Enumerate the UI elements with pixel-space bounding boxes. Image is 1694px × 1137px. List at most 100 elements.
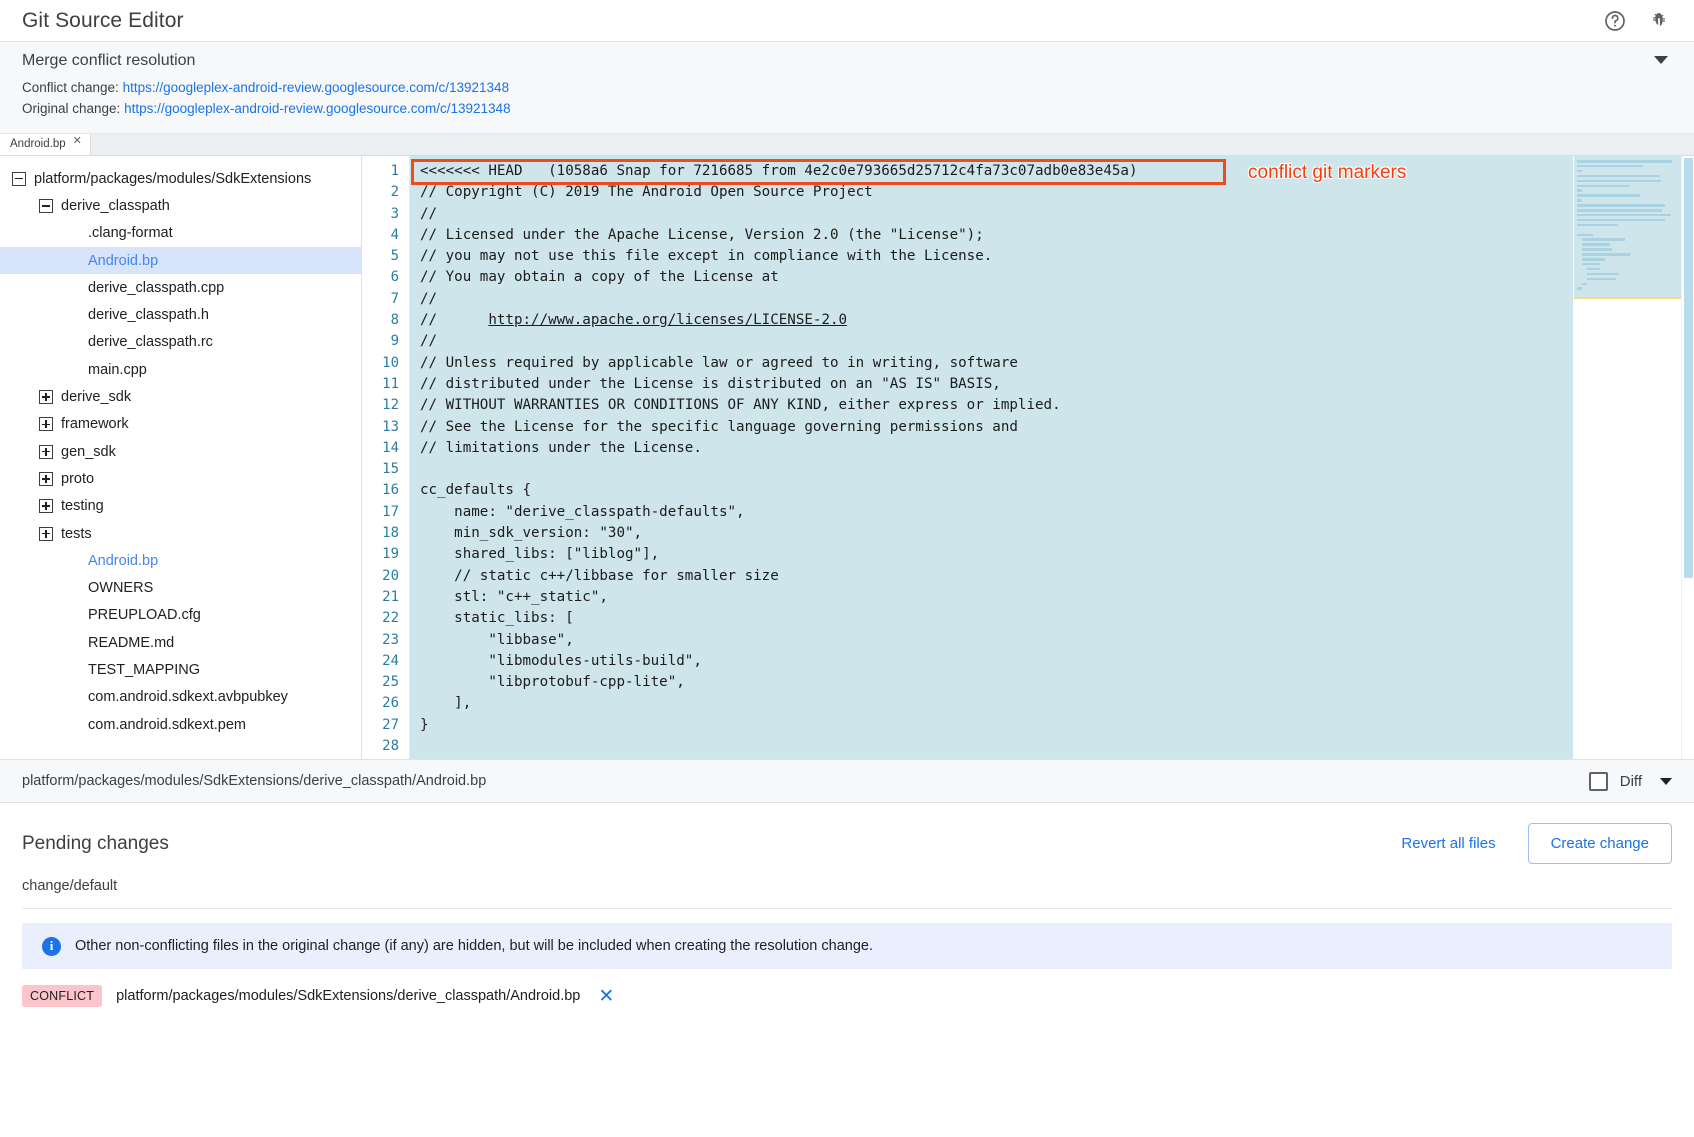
code-line[interactable]: name: "derive_classpath-defaults", [410,502,1573,523]
code-line[interactable]: // distributed under the License is dist… [410,374,1573,395]
code-line[interactable]: // Copyright (C) 2019 The Android Open S… [410,182,1573,203]
collapse-icon[interactable] [39,199,53,213]
minimap-line [1577,234,1593,237]
close-icon[interactable]: ✕ [598,987,614,1006]
code-line[interactable]: // [410,331,1573,352]
minimap-line [1577,214,1671,217]
line-number: 25 [362,672,409,693]
info-banner-text: Other non-conflicting files in the origi… [75,938,873,954]
minimap-line [1582,258,1605,261]
tree-file-derive-classpath-rc[interactable]: derive_classpath.rc [0,329,361,356]
code-line[interactable] [410,459,1573,480]
code-line[interactable]: // Licensed under the Apache License, Ve… [410,225,1573,246]
minimap-viewport[interactable] [1574,156,1681,299]
help-icon[interactable] [1602,8,1628,34]
line-number: 9 [362,331,409,352]
tree-file-derive-classpath-cpp[interactable]: derive_classpath.cpp [0,274,361,301]
code-line[interactable]: static_libs: [ [410,608,1573,629]
conflict-file-row: CONFLICT platform/packages/modules/SdkEx… [0,969,1694,1007]
pending-changes-header: Pending changes Revert all files Create … [22,823,1672,864]
tree-file--clang-format[interactable]: .clang-format [0,220,361,247]
expand-icon[interactable] [39,390,53,404]
close-icon[interactable]: ✕ [73,136,82,147]
line-number: 28 [362,736,409,757]
section-divider [22,908,1672,909]
file-tree[interactable]: platform/packages/modules/SdkExtensions d… [0,156,362,759]
tree-folder-testing[interactable]: testing [0,493,361,520]
minimap-line [1577,199,1582,202]
tree-item-label: PREUPLOAD.cfg [88,607,201,623]
scrollbar-thumb[interactable] [1684,158,1693,578]
tree-folder-derive-sdk[interactable]: derive_sdk [0,383,361,410]
tree-file-readme-md[interactable]: README.md [0,629,361,656]
tab-android-bp[interactable]: Android.bp ✕ [0,133,91,155]
code-line[interactable]: // WITHOUT WARRANTIES OR CONDITIONS OF A… [410,395,1573,416]
expand-icon[interactable] [39,417,53,431]
code-line[interactable]: // Unless required by applicable law or … [410,353,1573,374]
line-number: 15 [362,459,409,480]
tree-file-com-android-sdkext-pem[interactable]: com.android.sdkext.pem [0,711,361,738]
minimap-line [1577,180,1661,183]
conflict-change-link[interactable]: https://googleplex-android-review.google… [123,80,510,95]
minimap-line [1582,253,1630,256]
code-line[interactable]: // You may obtain a copy of the License … [410,267,1573,288]
tree-folder-derive-classpath[interactable]: derive_classpath [0,192,361,219]
tree-folder-platform-packages-modules-sdkextensions[interactable]: platform/packages/modules/SdkExtensions [0,165,361,192]
editor-tabstrip: Android.bp ✕ [0,134,1694,156]
tree-item-label: Android.bp [88,553,158,569]
minimap-line [1577,170,1582,173]
code-line[interactable]: "libmodules-utils-build", [410,651,1573,672]
tree-file-owners[interactable]: OWNERS [0,574,361,601]
code-line[interactable]: cc_defaults { [410,480,1573,501]
change-name-label: change/default [22,878,1672,894]
tree-folder-tests[interactable]: tests [0,520,361,547]
tree-file-android-bp[interactable]: Android.bp [0,547,361,574]
code-line[interactable]: stl: "c++_static", [410,587,1573,608]
code-line[interactable]: shared_libs: ["liblog"], [410,544,1573,565]
chevron-down-icon[interactable] [1654,56,1668,64]
code-area[interactable]: conflict git markers <<<<<<< HEAD (1058a… [410,156,1573,759]
expand-icon[interactable] [39,472,53,486]
code-line[interactable]: } [410,715,1573,736]
tree-file-main-cpp[interactable]: main.cpp [0,356,361,383]
tree-file-derive-classpath-h[interactable]: derive_classpath.h [0,301,361,328]
collapse-icon[interactable] [12,172,26,186]
license-url-link[interactable]: http://www.apache.org/licenses/LICENSE-2… [488,312,847,328]
code-line[interactable]: // [410,289,1573,310]
code-line[interactable]: // static c++/libbase for smaller size [410,566,1573,587]
code-line[interactable]: // See the License for the specific lang… [410,417,1573,438]
code-line[interactable]: "libprotobuf-cpp-lite", [410,672,1573,693]
tree-item-label: Android.bp [88,253,158,269]
code-line[interactable]: // http://www.apache.org/licenses/LICENS… [410,310,1573,331]
tree-folder-gen-sdk[interactable]: gen_sdk [0,438,361,465]
code-line[interactable]: // limitations under the License. [410,438,1573,459]
code-line[interactable]: // [410,204,1573,225]
code-line[interactable] [410,736,1573,757]
diff-checkbox[interactable] [1589,772,1608,791]
bug-icon[interactable] [1646,8,1672,34]
tree-file-com-android-sdkext-avbpubkey[interactable]: com.android.sdkext.avbpubkey [0,684,361,711]
tree-file-android-bp[interactable]: Android.bp [0,247,361,274]
tree-folder-proto[interactable]: proto [0,465,361,492]
tree-folder-framework[interactable]: framework [0,411,361,438]
expand-icon[interactable] [39,445,53,459]
app-header: Git Source Editor [0,0,1694,42]
code-line[interactable]: "libbase", [410,630,1573,651]
code-line[interactable]: <<<<<<< HEAD (1058a6 Snap for 7216685 fr… [410,161,1573,182]
code-minimap[interactable] [1573,156,1681,759]
code-line[interactable]: ], [410,693,1573,714]
code-line[interactable]: min_sdk_version: "30", [410,523,1573,544]
expand-icon[interactable] [39,499,53,513]
create-change-button[interactable]: Create change [1528,823,1672,864]
revert-all-files-button[interactable]: Revert all files [1395,827,1501,860]
tree-file-test-mapping[interactable]: TEST_MAPPING [0,656,361,683]
chevron-down-icon[interactable] [1660,778,1672,785]
original-change-link[interactable]: https://googleplex-android-review.google… [124,101,511,116]
code-line[interactable]: // you may not use this file except in c… [410,246,1573,267]
expand-icon[interactable] [39,527,53,541]
tree-file-preupload-cfg[interactable]: PREUPLOAD.cfg [0,602,361,629]
minimap-line [1577,165,1643,168]
tree-item-label: platform/packages/modules/SdkExtensions [34,171,311,187]
tree-item-label: proto [61,471,94,487]
vertical-scrollbar[interactable] [1681,156,1694,759]
